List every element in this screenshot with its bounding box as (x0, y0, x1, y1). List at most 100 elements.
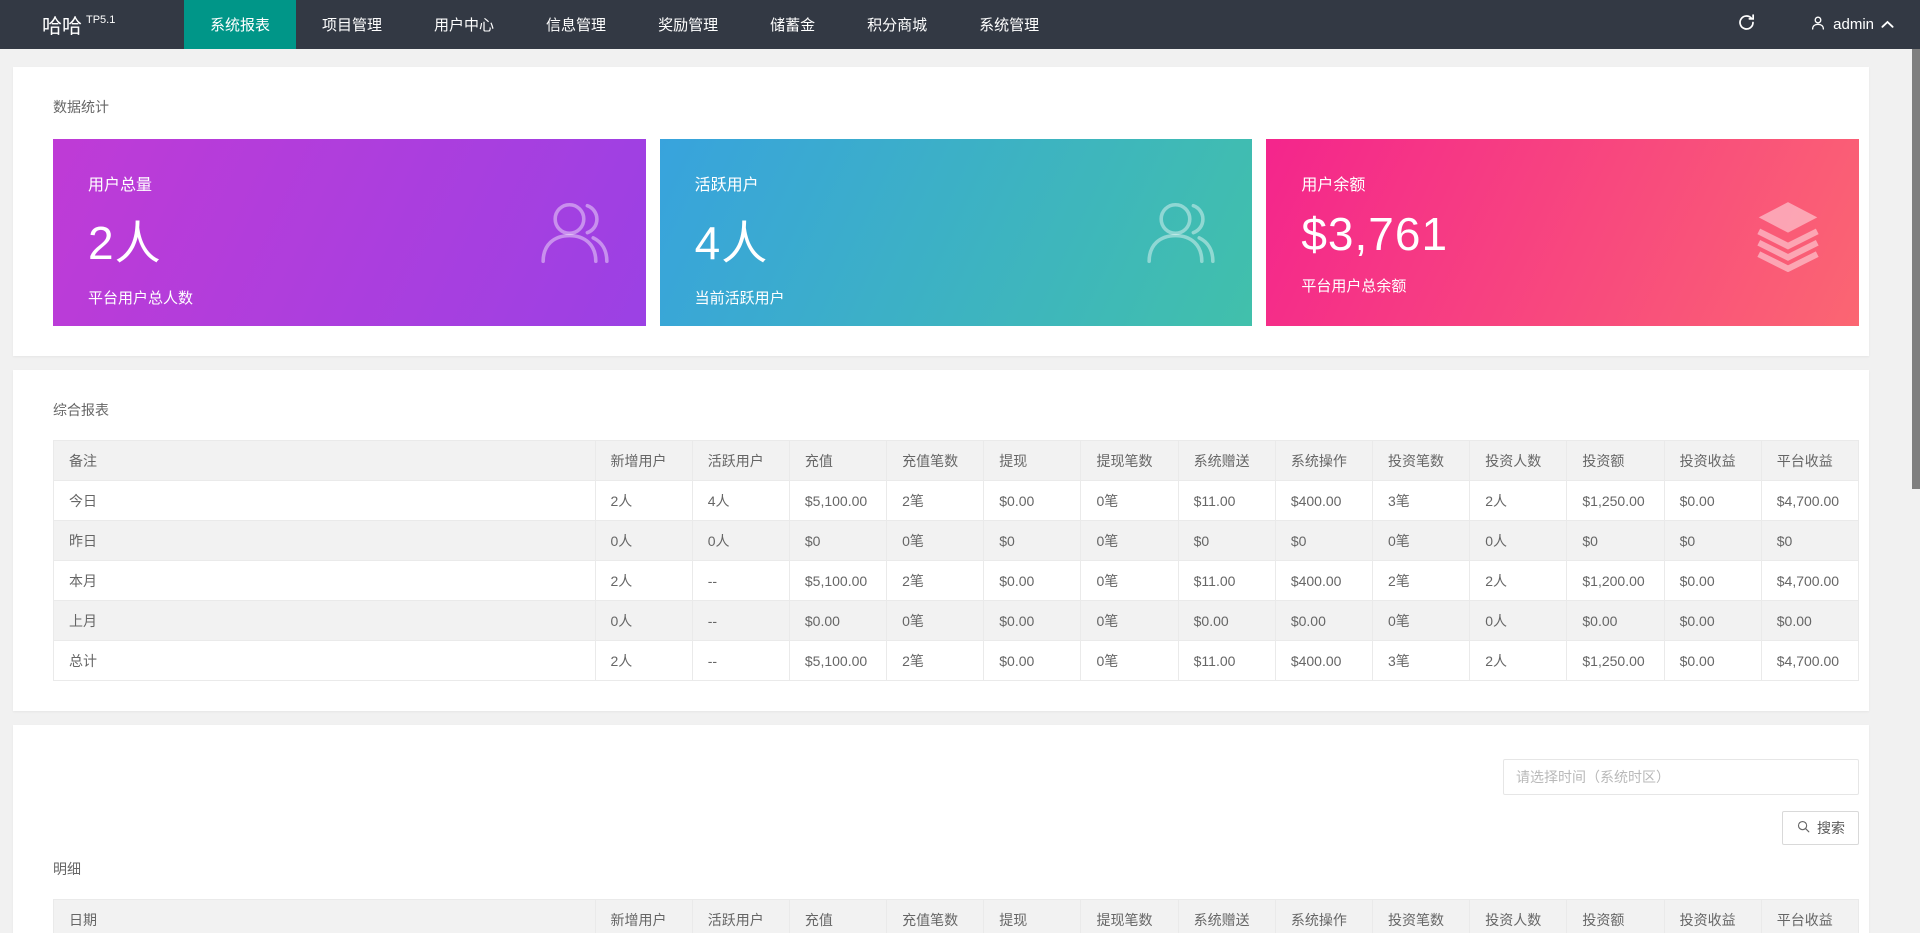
column-header: 充值笔数 (887, 441, 984, 481)
table-cell: $0.00 (984, 481, 1081, 521)
nav-item[interactable]: 系统报表 (184, 0, 296, 49)
column-header: 投资人数 (1470, 441, 1567, 481)
detail-header-row: 日期新增用户活跃用户充值充值笔数提现提现笔数系统赠送系统操作投资笔数投资人数投资… (54, 900, 1859, 933)
summary-panel: 综合报表 备注新增用户活跃用户充值充值笔数提现提现笔数系统赠送系统操作投资笔数投… (13, 370, 1869, 711)
detail-panel: 搜索 明细 日期新增用户活跃用户充值充值笔数提现提现笔数系统赠送系统操作投资笔数… (13, 725, 1869, 933)
column-header: 新增用户 (595, 900, 692, 933)
table-cell: $0.00 (984, 601, 1081, 641)
table-cell: 0人 (595, 601, 692, 641)
table-cell: 0笔 (1373, 601, 1470, 641)
card-title: 用户总量 (88, 171, 611, 195)
scrollbar-thumb[interactable] (1912, 49, 1920, 489)
card-subtitle: 平台用户总余额 (1301, 275, 1824, 296)
column-header: 活跃用户 (692, 900, 789, 933)
table-cell: -- (692, 641, 789, 681)
table-cell: $0.00 (1664, 641, 1761, 681)
column-header: 活跃用户 (692, 441, 789, 481)
table-cell: $400.00 (1275, 481, 1372, 521)
nav-item[interactable]: 用户中心 (408, 0, 520, 49)
table-cell: $0 (984, 521, 1081, 561)
nav-item[interactable]: 信息管理 (520, 0, 632, 49)
table-cell: -- (692, 601, 789, 641)
users-icon (536, 194, 614, 272)
card-title: 活跃用户 (695, 171, 1218, 195)
nav-item[interactable]: 储蓄金 (744, 0, 841, 49)
user-name: admin (1833, 16, 1874, 33)
table-cell: 2人 (595, 561, 692, 601)
table-cell: $0 (1567, 521, 1664, 561)
column-header: 新增用户 (595, 441, 692, 481)
column-header: 投资笔数 (1373, 900, 1470, 933)
table-cell: 0笔 (887, 601, 984, 641)
stat-card: 用户总量2人平台用户总人数 (53, 139, 646, 326)
table-cell: $0.00 (984, 641, 1081, 681)
table-cell: $5,100.00 (789, 641, 886, 681)
column-header: 投资收益 (1664, 900, 1761, 933)
table-row: 本月2人--$5,100.002笔$0.000笔$11.00$400.002笔2… (54, 561, 1859, 601)
app-logo[interactable]: 哈哈 TP5.1 (0, 0, 184, 49)
scrollbar-track[interactable] (1912, 49, 1920, 933)
stat-card: 活跃用户4人当前活跃用户 (660, 139, 1253, 326)
refresh-icon (1737, 13, 1756, 37)
navbar: 哈哈 TP5.1 系统报表项目管理用户中心信息管理奖励管理储蓄金积分商城系统管理 (0, 0, 1920, 49)
column-header: 系统操作 (1275, 441, 1372, 481)
table-cell: 0人 (1470, 601, 1567, 641)
table-cell: $0 (789, 521, 886, 561)
refresh-button[interactable] (1709, 0, 1784, 49)
table-row: 上月0人--$0.000笔$0.000笔$0.00$0.000笔0人$0.00$… (54, 601, 1859, 641)
table-cell: 2人 (1470, 561, 1567, 601)
app-version: TP5.1 (86, 14, 115, 26)
column-header: 提现 (984, 900, 1081, 933)
table-cell: 本月 (54, 561, 596, 601)
search-row: 搜索 (53, 811, 1859, 845)
table-cell: 0人 (595, 521, 692, 561)
table-cell: $11.00 (1178, 561, 1275, 601)
table-cell: $0.00 (1664, 601, 1761, 641)
card-title: 用户余额 (1301, 171, 1824, 195)
user-menu[interactable]: admin (1784, 0, 1920, 49)
column-header: 日期 (54, 900, 596, 933)
column-header: 提现笔数 (1081, 900, 1178, 933)
column-header: 提现 (984, 441, 1081, 481)
table-cell: $0.00 (1664, 561, 1761, 601)
table-cell: $0.00 (789, 601, 886, 641)
stat-card: 用户余额$3,761平台用户总余额 (1266, 139, 1859, 326)
column-header: 投资收益 (1664, 441, 1761, 481)
table-cell: 0笔 (1081, 521, 1178, 561)
card-value: 2人 (88, 207, 611, 273)
user-icon (1810, 15, 1826, 35)
table-cell: $1,250.00 (1567, 481, 1664, 521)
table-cell: 4人 (692, 481, 789, 521)
nav-item[interactable]: 积分商城 (841, 0, 953, 49)
stats-section-title: 数据统计 (53, 97, 1859, 117)
table-cell: 0笔 (1373, 521, 1470, 561)
table-cell: 2人 (595, 481, 692, 521)
table-cell: $0.00 (1761, 601, 1858, 641)
table-cell: $0.00 (1178, 601, 1275, 641)
card-value: 4人 (695, 207, 1218, 273)
table-cell: 2笔 (887, 481, 984, 521)
filter-row (53, 759, 1859, 795)
table-cell: $5,100.00 (789, 561, 886, 601)
summary-table-body: 今日2人4人$5,100.002笔$0.000笔$11.00$400.003笔2… (54, 481, 1859, 681)
table-cell: 2人 (595, 641, 692, 681)
nav-item[interactable]: 奖励管理 (632, 0, 744, 49)
column-header: 备注 (54, 441, 596, 481)
table-row: 今日2人4人$5,100.002笔$0.000笔$11.00$400.003笔2… (54, 481, 1859, 521)
table-cell: $0 (1275, 521, 1372, 561)
nav-menu: 系统报表项目管理用户中心信息管理奖励管理储蓄金积分商城系统管理 (184, 0, 1065, 49)
nav-spacer (1065, 0, 1709, 49)
search-button[interactable]: 搜索 (1782, 811, 1859, 845)
table-cell: 2笔 (887, 561, 984, 601)
table-cell: $4,700.00 (1761, 561, 1858, 601)
nav-item[interactable]: 项目管理 (296, 0, 408, 49)
table-cell: 2笔 (1373, 561, 1470, 601)
date-range-input[interactable] (1503, 759, 1859, 795)
table-cell: 今日 (54, 481, 596, 521)
table-cell: $5,100.00 (789, 481, 886, 521)
table-cell: 0人 (1470, 521, 1567, 561)
column-header: 投资额 (1567, 900, 1664, 933)
nav-item[interactable]: 系统管理 (953, 0, 1065, 49)
table-cell: $0 (1178, 521, 1275, 561)
table-cell: $11.00 (1178, 641, 1275, 681)
